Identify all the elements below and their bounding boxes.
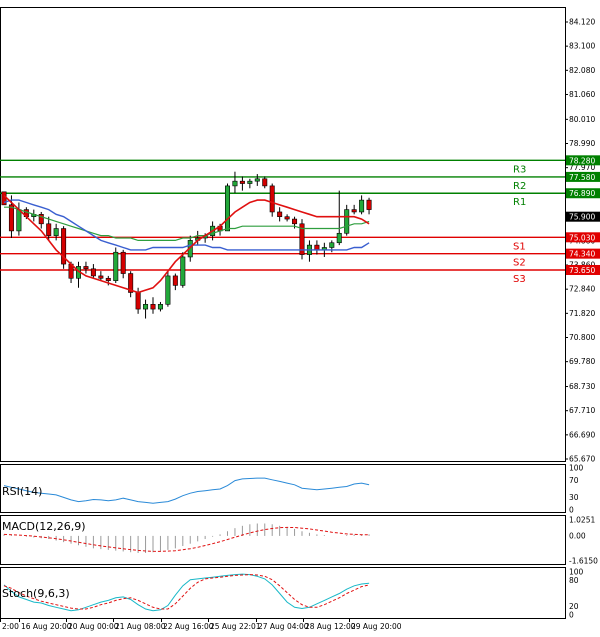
bear-candle xyxy=(90,268,96,277)
level-price-text: 74.340 xyxy=(569,250,595,259)
level-price-text: 76.890 xyxy=(569,189,595,198)
bull-candle xyxy=(16,209,22,232)
macd-axis-label: -1.6150 xyxy=(569,557,598,566)
price-chart: 84.12083.10082.08081.06080.01078.99077.9… xyxy=(0,7,600,631)
bear-candle xyxy=(8,204,14,232)
price-tick-label: 66.690 xyxy=(569,430,595,439)
level-label-r3: R3 xyxy=(513,164,526,175)
bull-candle xyxy=(359,199,365,213)
price-tick-label: 70.800 xyxy=(569,333,595,342)
level-label-s3: S3 xyxy=(513,274,526,285)
rsi-label: RSI(14) xyxy=(2,485,42,498)
bull-candle xyxy=(143,304,149,310)
level-price-text: 78.280 xyxy=(569,156,595,165)
main-price-panel: 84.12083.10082.08081.06080.01078.99077.9… xyxy=(0,7,600,464)
price-tick-label: 69.780 xyxy=(569,357,595,366)
rsi-line xyxy=(3,477,370,504)
bear-candle xyxy=(262,178,268,187)
bear-candle xyxy=(277,211,283,217)
bull-candle xyxy=(254,178,260,182)
level-price-text: 77.580 xyxy=(569,173,595,182)
level-label-s1: S1 xyxy=(513,241,526,252)
price-tick-label: 78.990 xyxy=(569,139,595,148)
bull-candle xyxy=(157,304,163,310)
macd-axis-label: 0.00 xyxy=(569,531,586,540)
macd-panel: MACD(12,26,9) 1.0251 0.00 -1.6150 xyxy=(0,515,598,566)
level-label-r1: R1 xyxy=(513,197,526,208)
price-tick-label: 68.730 xyxy=(569,382,595,391)
bull-candle xyxy=(247,180,253,184)
bear-candle xyxy=(314,244,320,251)
time-tick-label: 28 Aug 12:00 xyxy=(305,622,356,631)
bear-candle xyxy=(46,223,52,236)
bull-candle xyxy=(180,256,186,286)
bear-candle xyxy=(366,199,372,210)
price-tick-label: 84.120 xyxy=(569,18,595,27)
time-tick-label: 22 Aug 16:00 xyxy=(163,622,214,631)
time-tick-label: 21 Aug 08:00 xyxy=(115,622,166,631)
time-tick-label: 25 Aug 22:01 xyxy=(210,622,261,631)
price-tick-label: 80.010 xyxy=(569,115,595,124)
bull-candle xyxy=(165,275,171,305)
bull-candle xyxy=(336,232,342,244)
stoch-panel-frame xyxy=(0,567,566,619)
rsi-panel: RSI(14) 100 70 30 0 xyxy=(0,464,584,515)
bear-candle xyxy=(98,275,104,279)
price-tick-label: 71.820 xyxy=(569,309,595,318)
bull-candle xyxy=(225,185,231,232)
macd-label: MACD(12,26,9) xyxy=(2,520,86,533)
rsi-axis-label: 0 xyxy=(569,506,574,515)
main-panel-frame xyxy=(0,7,566,462)
bear-candle xyxy=(105,277,111,281)
bear-candle xyxy=(1,191,7,206)
price-tick-label: 83.100 xyxy=(569,42,595,51)
time-tick-label: 16 Aug 20:00 xyxy=(21,622,72,631)
bear-candle xyxy=(351,209,357,213)
time-tick-label: 2:00 xyxy=(2,622,19,631)
bull-candle xyxy=(232,180,238,187)
price-tick-label: 65.670 xyxy=(569,455,595,464)
rsi-axis-label: 30 xyxy=(569,493,579,502)
bull-candle xyxy=(53,228,59,236)
stoch-axis-label: 0 xyxy=(569,611,574,620)
ma-red-line xyxy=(3,194,370,294)
stoch-panel: Stoch(9,6,3)10080200 xyxy=(0,567,584,620)
bear-candle xyxy=(239,180,245,184)
time-tick-label: 29 Aug 20:00 xyxy=(351,622,402,631)
level-label-s2: S2 xyxy=(513,258,526,269)
time-tick-label: 20 Aug 00:00 xyxy=(68,622,119,631)
bear-candle xyxy=(284,216,290,220)
rsi-panel-frame xyxy=(0,464,566,513)
last-price-text: 75.900 xyxy=(569,213,595,222)
macd-axis-label: 1.0251 xyxy=(569,516,595,525)
price-tick-label: 81.060 xyxy=(569,90,595,99)
stoch-axis-label: 80 xyxy=(569,576,579,585)
price-tick-label: 82.080 xyxy=(569,66,595,75)
ma-green-line xyxy=(4,206,370,241)
bull-candle xyxy=(344,209,350,234)
level-price-text: 73.650 xyxy=(569,266,595,275)
level-price-text: 75.030 xyxy=(569,233,595,242)
bear-candle xyxy=(269,185,275,213)
bear-candle xyxy=(150,304,156,310)
rsi-axis-label: 100 xyxy=(569,464,584,473)
bear-candle xyxy=(172,275,178,286)
bull-candle xyxy=(113,251,119,281)
price-tick-label: 72.840 xyxy=(569,285,595,294)
time-tick-label: 27 Aug 04:00 xyxy=(258,622,309,631)
bear-candle xyxy=(120,251,126,274)
stoch-label: Stoch(9,6,3) xyxy=(2,587,70,600)
price-tick-label: 67.710 xyxy=(569,406,595,415)
ma-blue-line xyxy=(3,199,370,251)
bear-candle xyxy=(292,218,298,225)
bull-candle xyxy=(329,242,335,248)
bear-candle xyxy=(135,292,141,310)
time-axis: 2:00 16 Aug 20:0020 Aug 00:0021 Aug 08:00… xyxy=(0,618,402,631)
level-label-r2: R2 xyxy=(513,181,526,192)
bear-candle xyxy=(83,266,89,270)
rsi-axis-label: 70 xyxy=(569,476,579,485)
